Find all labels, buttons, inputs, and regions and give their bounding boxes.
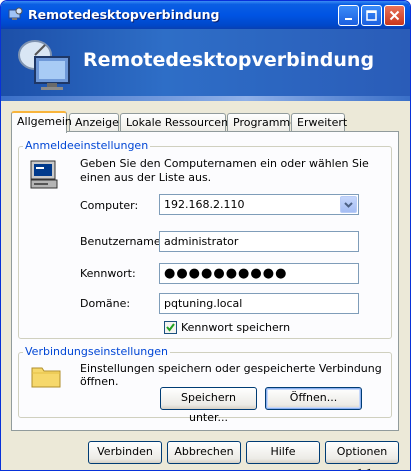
cancel-button[interactable]: Abbrechen (167, 441, 241, 464)
tab-panel-allgemein: Anmeldeeinstellungen Geben Sie den Compu… (11, 131, 399, 431)
banner-title: Remotedesktopverbindung (83, 49, 375, 71)
domain-field[interactable]: pqtuning.local (159, 293, 359, 314)
computer-combobox[interactable]: 192.168.2.110 (159, 194, 359, 215)
window-title: Remotedesktopverbindung (28, 7, 220, 22)
save-password-label[interactable]: Kennwort speichern (181, 321, 290, 334)
tab-lokale-ressourcen[interactable]: Lokale Ressourcen (120, 113, 228, 132)
save-as-button[interactable]: Speichern unter... (160, 387, 257, 424)
username-field[interactable]: administrator (159, 231, 359, 252)
close-button[interactable] (384, 5, 405, 26)
banner-stripe (1, 96, 410, 101)
computer-icon (29, 159, 59, 194)
minimize-icon (344, 17, 352, 20)
maximize-icon (366, 10, 377, 21)
computer-label: Computer: (80, 199, 139, 212)
tab-anzeige[interactable]: Anzeige (69, 113, 119, 132)
close-icon (389, 10, 400, 21)
remote-desktop-window: Remotedesktopverbindung Remotedesktopver… (0, 0, 411, 471)
tab-programme[interactable]: Programme (227, 113, 297, 132)
login-settings-group: Anmeldeeinstellungen Geben Sie den Compu… (18, 139, 392, 339)
folder-icon (31, 364, 61, 391)
password-value: ●●●●●●●●●● (164, 266, 288, 281)
login-description: Geben Sie den Computernamen ein oder wäh… (80, 157, 369, 184)
username-label: Benutzername: (80, 235, 165, 248)
remote-desktop-icon (7, 7, 23, 23)
tab-allgemein[interactable]: Allgemein (11, 111, 72, 133)
minimize-button[interactable] (338, 5, 359, 26)
banner: Remotedesktopverbindung (1, 29, 410, 96)
title-bar[interactable]: Remotedesktopverbindung (1, 1, 410, 29)
tab-erweitert[interactable]: Erweitert (291, 113, 347, 132)
password-field[interactable]: ●●●●●●●●●● (159, 263, 359, 284)
login-settings-label: Anmeldeeinstellungen (23, 139, 151, 152)
password-label: Kennwort: (80, 267, 136, 280)
open-button[interactable]: Öffnen... (265, 387, 362, 410)
maximize-button[interactable] (361, 5, 382, 26)
save-password-checkbox[interactable] (164, 321, 177, 334)
checkmark-icon (166, 323, 175, 332)
domain-label: Domäne: (80, 297, 131, 310)
options-button[interactable]: Optionen << (325, 441, 399, 470)
remote-desktop-logo-icon (7, 33, 75, 96)
connection-settings-label: Verbindungseinstellungen (23, 345, 170, 358)
connection-description: Einstellungen speichern oder gespeichert… (80, 362, 382, 388)
connection-settings-group: Verbindungseinstellungen Einstellungen s… (18, 345, 392, 424)
help-button[interactable]: Hilfe (246, 441, 320, 464)
computer-value: 192.168.2.110 (164, 198, 245, 211)
chevron-down-icon[interactable] (340, 196, 357, 213)
connect-button[interactable]: Verbinden (88, 441, 162, 464)
